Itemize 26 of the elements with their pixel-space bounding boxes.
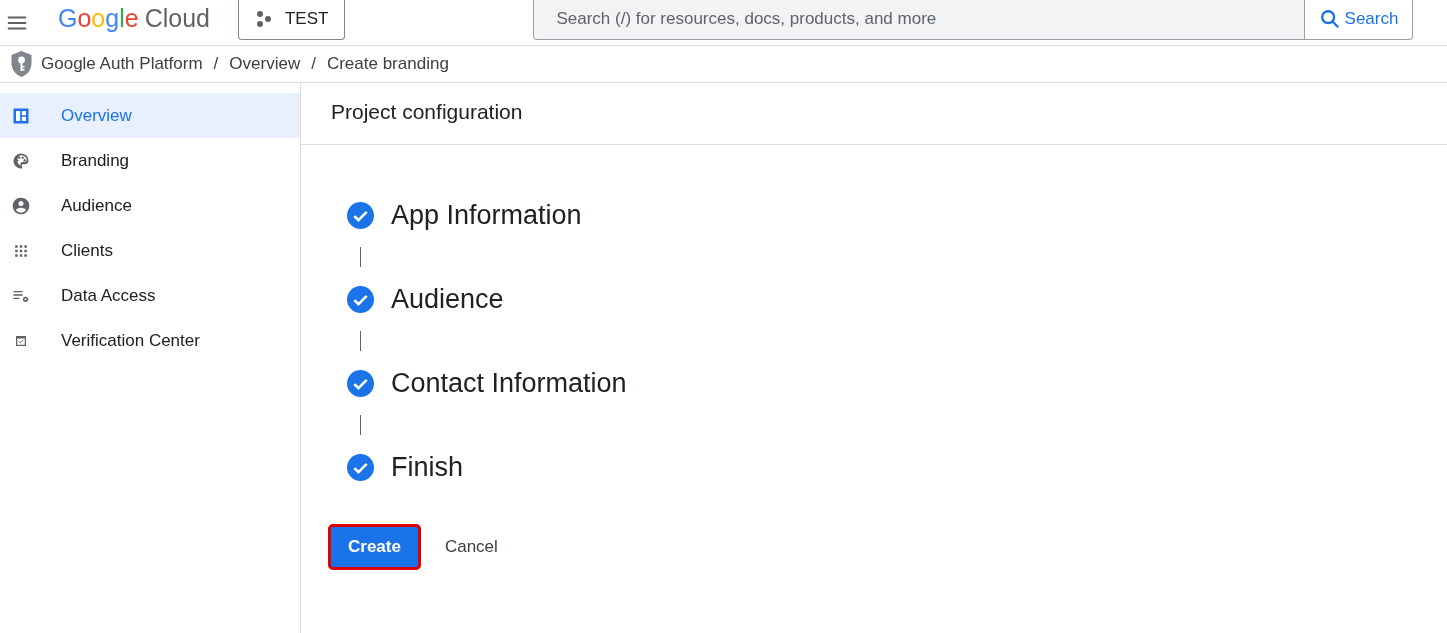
sidebar-item[interactable]: Data Access bbox=[0, 273, 300, 318]
breadcrumb-link[interactable]: Google Auth Platform bbox=[41, 51, 203, 77]
shield-key-icon bbox=[9, 50, 34, 78]
page-title: Project configuration bbox=[331, 98, 523, 125]
sidebar-item[interactable]: Clients bbox=[0, 228, 300, 273]
search-button[interactable]: Search bbox=[1303, 0, 1413, 39]
sidebar-item[interactable]: Verification Center bbox=[0, 318, 300, 363]
search-field[interactable]: Search (/) for resources, docs, products, and more Search bbox=[533, 0, 1414, 40]
sidebar-item[interactable]: Branding bbox=[0, 138, 300, 183]
step-label: Contact Information bbox=[391, 366, 627, 400]
project-picker[interactable]: TEST bbox=[237, 0, 346, 40]
breadcrumb-link[interactable]: Overview bbox=[229, 51, 301, 77]
breadcrumb-separator: / bbox=[213, 53, 219, 76]
step-label: Audience bbox=[391, 282, 504, 316]
sidebar-item[interactable]: Overview bbox=[0, 93, 300, 138]
person-icon bbox=[11, 195, 31, 216]
google-cloud-logo[interactable]: Google Cloud bbox=[58, 6, 210, 31]
cancel-button[interactable]: Cancel bbox=[424, 524, 518, 570]
create-button[interactable]: Create bbox=[328, 524, 421, 570]
sidebar-item[interactable]: Audience bbox=[0, 183, 300, 228]
breadcrumb-separator: / bbox=[311, 53, 316, 76]
project-dots-icon bbox=[254, 10, 273, 28]
breadcrumb-link[interactable]: Create branding bbox=[326, 51, 449, 77]
step-label: Finish bbox=[391, 450, 464, 484]
step-label: App Information bbox=[391, 198, 582, 232]
search-icon bbox=[1318, 8, 1341, 30]
